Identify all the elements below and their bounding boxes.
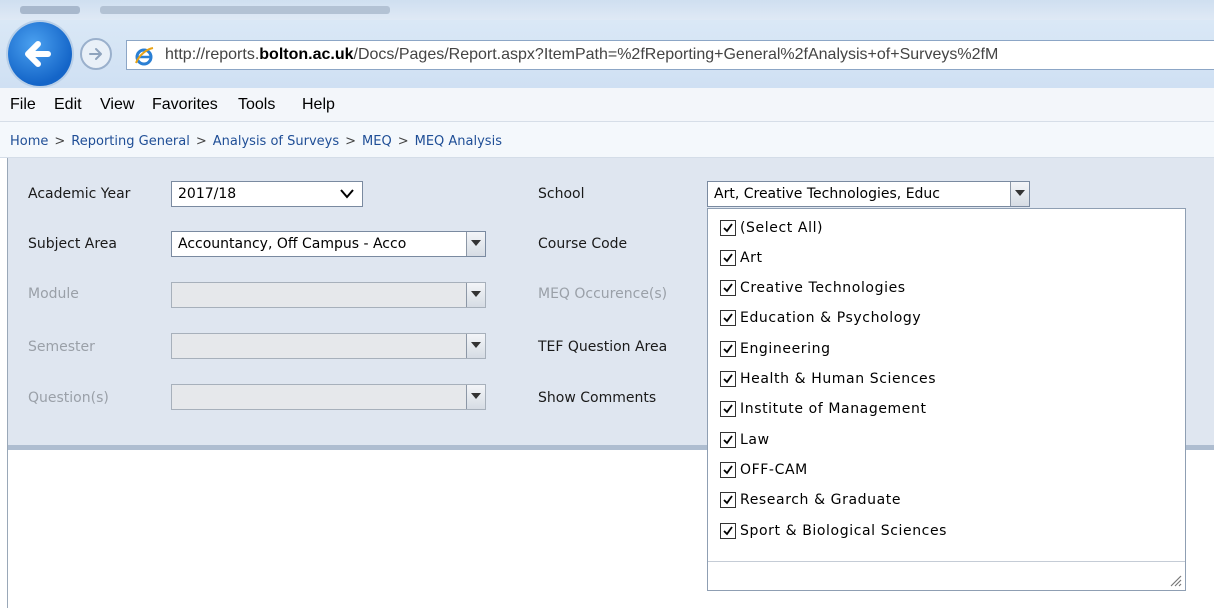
menu-help[interactable]: Help bbox=[302, 96, 335, 114]
subject-area-dropdown-button[interactable] bbox=[466, 232, 485, 256]
resize-grip-icon[interactable] bbox=[1168, 573, 1182, 587]
checkbox-checked[interactable] bbox=[720, 492, 736, 508]
questions-select[interactable] bbox=[171, 384, 486, 410]
breadcrumb-bar: Home > Reporting General > Analysis of Surve… bbox=[0, 122, 1214, 158]
checkbox-checked[interactable] bbox=[720, 220, 736, 236]
questions-label: Question(s) bbox=[28, 390, 109, 406]
school-option-label: Art bbox=[740, 250, 763, 266]
menu-edit[interactable]: Edit bbox=[54, 96, 82, 114]
breadcrumb-separator: > bbox=[54, 134, 66, 149]
school-option-label: Research & Graduate bbox=[740, 492, 902, 508]
checkbox-checked[interactable] bbox=[720, 371, 736, 387]
breadcrumb-separator: > bbox=[345, 134, 357, 149]
checkmark-icon bbox=[723, 374, 733, 384]
breadcrumb-separator: > bbox=[195, 134, 207, 149]
semester-label: Semester bbox=[28, 339, 95, 355]
checkmark-icon bbox=[723, 313, 733, 323]
school-option-label: Engineering bbox=[740, 341, 831, 357]
course-code-label: Course Code bbox=[538, 236, 628, 252]
checkmark-icon bbox=[723, 283, 733, 293]
school-option-label: Institute of Management bbox=[740, 401, 927, 417]
semester-select[interactable] bbox=[171, 333, 486, 359]
subject-area-value: Accountancy, Off Campus - Acco bbox=[178, 236, 407, 252]
forward-button[interactable] bbox=[80, 38, 112, 70]
module-label: Module bbox=[28, 286, 79, 302]
module-dropdown-button[interactable] bbox=[466, 283, 485, 307]
checkmark-icon bbox=[723, 253, 733, 263]
dropdown-arrow-icon bbox=[1015, 190, 1025, 196]
school-option-label: (Select All) bbox=[740, 220, 824, 236]
chevron-down-icon bbox=[340, 189, 354, 199]
back-arrow-icon bbox=[25, 41, 51, 67]
address-url[interactable]: http://reports.bolton.ac.uk/Docs/Pages/R… bbox=[165, 46, 998, 64]
subject-area-select[interactable]: Accountancy, Off Campus - Acco bbox=[171, 231, 486, 257]
checkmark-icon bbox=[723, 465, 733, 475]
module-select[interactable] bbox=[171, 282, 486, 308]
academic-year-select[interactable]: 2017/18 bbox=[171, 181, 363, 207]
window-title-blur bbox=[100, 6, 390, 14]
dropdown-arrow-icon bbox=[471, 240, 481, 246]
checkmark-icon bbox=[723, 344, 733, 354]
show-comments-label: Show Comments bbox=[538, 390, 657, 406]
checkbox-checked[interactable] bbox=[720, 401, 736, 417]
back-button[interactable] bbox=[8, 22, 72, 86]
checkbox-checked[interactable] bbox=[720, 462, 736, 478]
checkmark-icon bbox=[723, 526, 733, 536]
semester-dropdown-button[interactable] bbox=[466, 334, 485, 358]
window-title-blur bbox=[20, 6, 80, 14]
school-option-label: Creative Technologies bbox=[740, 280, 906, 296]
breadcrumb-reporting-general[interactable]: Reporting General bbox=[71, 134, 190, 149]
school-dropdown-list: (Select All) Art Creative Technologies E… bbox=[707, 208, 1186, 591]
breadcrumb-separator: > bbox=[397, 134, 409, 149]
dropdown-arrow-icon bbox=[471, 393, 481, 399]
school-option-label: Health & Human Sciences bbox=[740, 371, 937, 387]
checkmark-icon bbox=[723, 404, 733, 414]
forward-arrow-icon bbox=[89, 48, 102, 60]
school-option-label: Law bbox=[740, 432, 770, 448]
menu-file[interactable]: File bbox=[10, 96, 36, 114]
breadcrumb-meq-analysis[interactable]: MEQ Analysis bbox=[415, 134, 502, 149]
ie-page-icon bbox=[135, 47, 154, 66]
questions-dropdown-button[interactable] bbox=[466, 385, 485, 409]
meq-occurrence-label: MEQ Occurence(s) bbox=[538, 286, 668, 302]
checkbox-checked[interactable] bbox=[720, 341, 736, 357]
breadcrumb-meq[interactable]: MEQ bbox=[362, 134, 392, 149]
menu-view[interactable]: View bbox=[100, 96, 134, 114]
checkbox-checked[interactable] bbox=[720, 250, 736, 266]
breadcrumb-home[interactable]: Home bbox=[10, 134, 48, 149]
dropdown-arrow-icon bbox=[471, 291, 481, 297]
school-option-label: OFF-CAM bbox=[740, 462, 808, 478]
academic-year-value: 2017/18 bbox=[178, 186, 237, 202]
academic-year-label: Academic Year bbox=[28, 186, 131, 202]
checkbox-checked[interactable] bbox=[720, 432, 736, 448]
school-option-label: Sport & Biological Sciences bbox=[740, 523, 948, 539]
school-value: Art, Creative Technologies, Educ bbox=[714, 186, 941, 202]
breadcrumb-analysis-of-surveys[interactable]: Analysis of Surveys bbox=[213, 134, 339, 149]
checkbox-checked[interactable] bbox=[720, 523, 736, 539]
window-title-bar bbox=[0, 0, 1214, 20]
dropdown-footer-divider bbox=[708, 561, 1185, 562]
checkmark-icon bbox=[723, 495, 733, 505]
checkbox-checked[interactable] bbox=[720, 310, 736, 326]
menu-favorites[interactable]: Favorites bbox=[152, 96, 218, 114]
school-select[interactable]: Art, Creative Technologies, Educ bbox=[707, 181, 1030, 207]
breadcrumb: Home > Reporting General > Analysis of Surve… bbox=[10, 134, 502, 149]
menu-tools[interactable]: Tools bbox=[238, 96, 275, 114]
school-label: School bbox=[538, 186, 585, 202]
school-dropdown-button[interactable] bbox=[1010, 182, 1029, 206]
checkbox-checked[interactable] bbox=[720, 280, 736, 296]
checkmark-icon bbox=[723, 435, 733, 445]
tef-question-area-label: TEF Question Area bbox=[538, 339, 668, 355]
subject-area-label: Subject Area bbox=[28, 236, 118, 252]
menu-bar: File Edit View Favorites Tools Help bbox=[0, 88, 1214, 122]
school-option-label: Education & Psychology bbox=[740, 310, 922, 326]
checkmark-icon bbox=[723, 223, 733, 233]
address-bar[interactable]: http://reports.bolton.ac.uk/Docs/Pages/R… bbox=[126, 40, 1214, 70]
dropdown-arrow-icon bbox=[471, 342, 481, 348]
